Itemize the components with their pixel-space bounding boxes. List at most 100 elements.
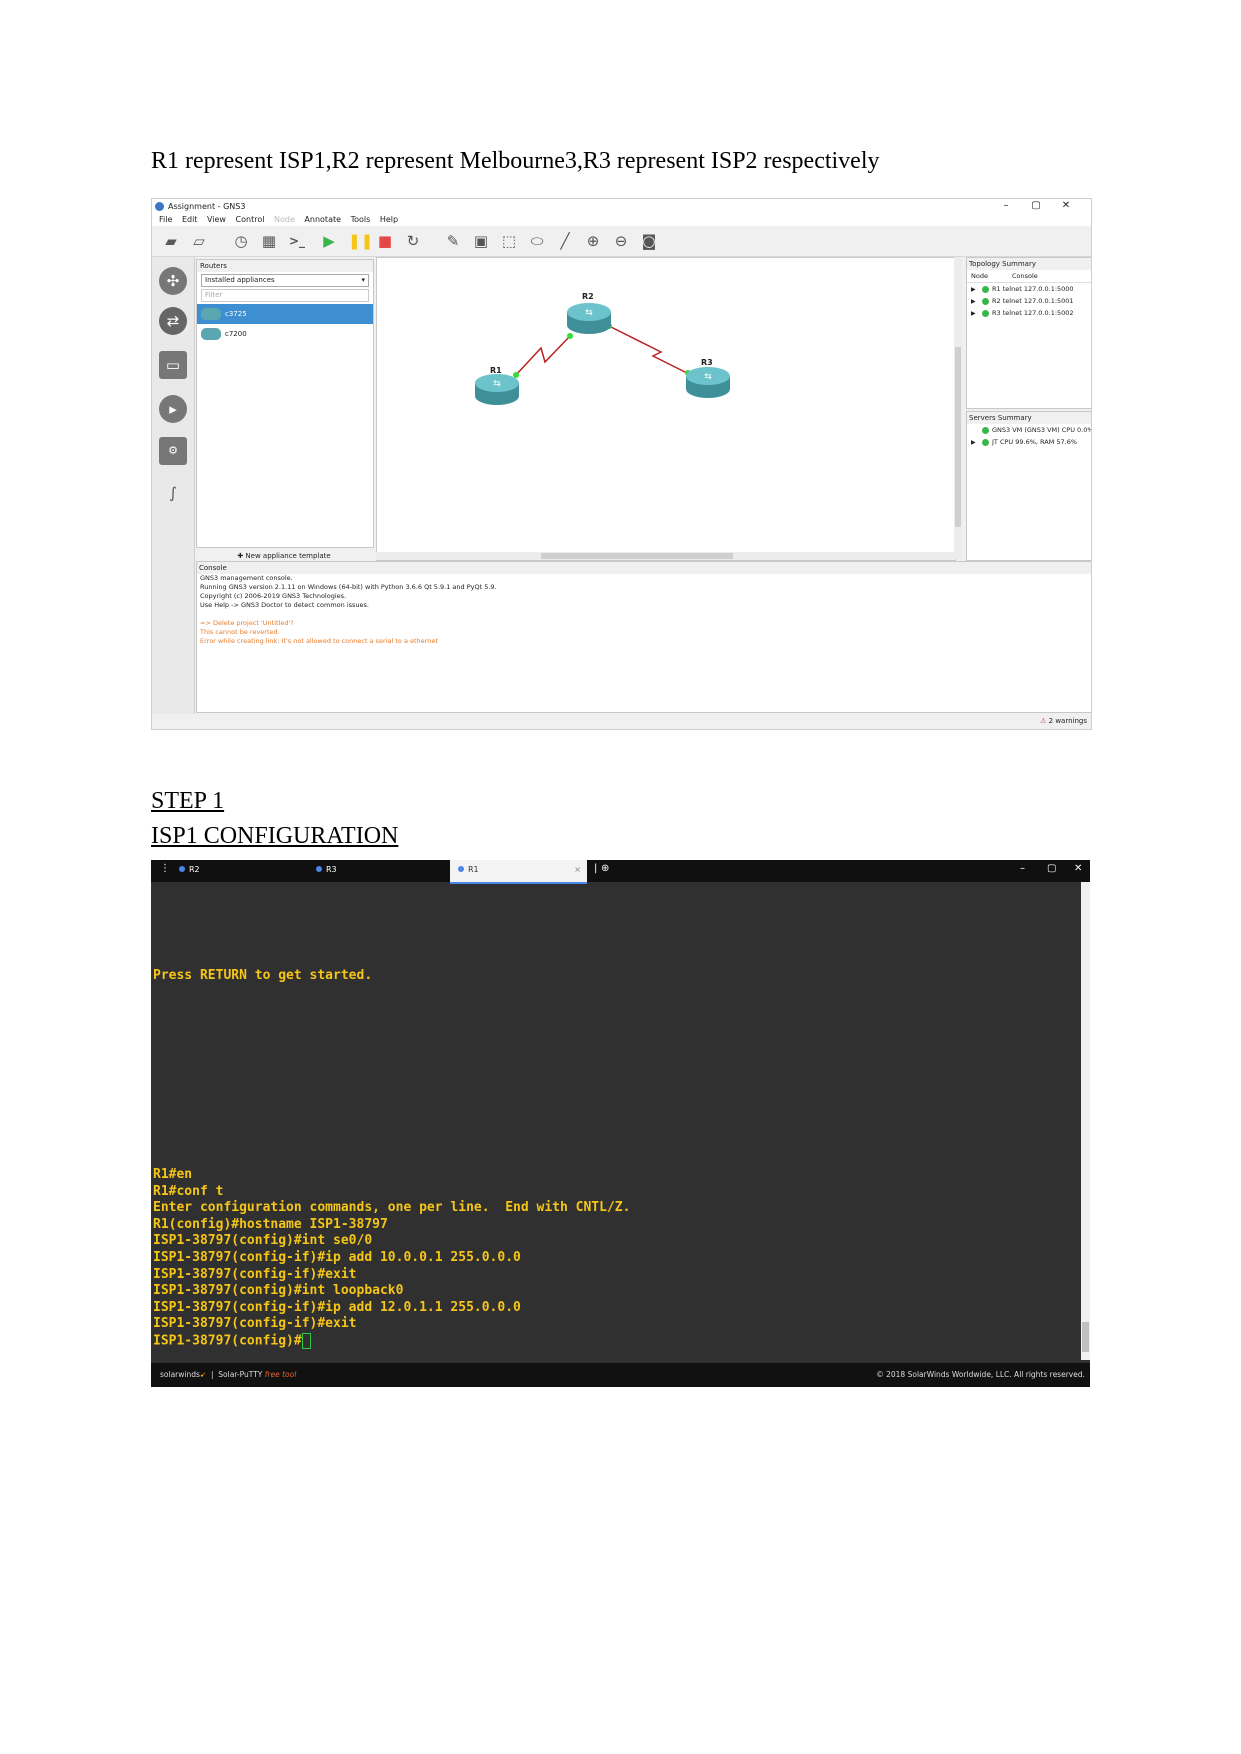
servers-summary-title: Servers Summary (967, 412, 1091, 424)
menu-kebab-icon[interactable]: ⋮ (160, 863, 170, 874)
status-green-icon (982, 438, 989, 446)
router-item-c7200[interactable]: c7200 (197, 324, 373, 344)
gns3-menubar: File Edit View Control Node Annotate Too… (152, 213, 1091, 226)
router-icon (201, 308, 221, 320)
column-node: Node (971, 272, 988, 280)
port-dot (567, 333, 573, 339)
router-r2-icon: ⇆ (567, 303, 611, 334)
filter-input[interactable]: Filter (201, 289, 369, 302)
terminal-line: ISP1-38797(config-if)#exit (153, 1316, 357, 1332)
menu-view[interactable]: View (207, 215, 226, 224)
servers-summary-panel: Servers Summary GNS3 VM (GNS3 VM) CPU 0.… (966, 411, 1091, 561)
terminal-press-return: Press RETURN to get started. (153, 968, 373, 983)
session-dot-icon (458, 866, 464, 872)
start-all-icon[interactable]: ▶ (320, 233, 338, 249)
browse-routers-icon[interactable]: ✣ (159, 267, 187, 295)
new-tab-icon[interactable]: ⊕ (601, 863, 609, 874)
router-icon (201, 328, 221, 340)
draw-line-icon[interactable]: ╱ (556, 233, 574, 249)
server-row[interactable]: GNS3 VM (GNS3 VM) CPU 0.0%, RA... (967, 424, 1091, 436)
console-warning: This cannot be reverted. (200, 628, 280, 636)
canvas-horizontal-scrollbar[interactable] (376, 552, 954, 560)
draw-rectangle-icon[interactable]: ⬚ (500, 233, 518, 249)
menu-control[interactable]: Control (236, 215, 265, 224)
terminal-line: ISP1-38797(config-if)#ip add 12.0.1.1 25… (153, 1299, 521, 1315)
topology-links: ⇆ ⇆ ⇆ (475, 303, 730, 405)
insert-picture-icon[interactable]: ▣ (472, 233, 490, 249)
topology-canvas[interactable]: ⇆ ⇆ ⇆ R2 R1 R3 (376, 257, 956, 561)
port-dot (513, 372, 519, 378)
terminal-output[interactable]: R1#en R1#conf t Enter configuration comman… (153, 1167, 630, 1350)
node-label-r2[interactable]: R2 (582, 292, 594, 301)
router-item-c3725[interactable]: c3725 (197, 304, 373, 324)
terminal-line: ISP1-38797(config-if)#exit (153, 1266, 357, 1282)
flame-icon: ➹ (199, 1370, 207, 1379)
terminal-line: ISP1-38797(config)#int se0/0 (153, 1233, 373, 1249)
console-panel: Console GNS3 management console. Running… (196, 561, 1091, 713)
menu-help[interactable]: Help (380, 215, 398, 224)
topology-row[interactable]: ▶ R2 telnet 127.0.0.1:5001 (967, 295, 1091, 307)
gns3-window: Assignment - GNS3 – ▢ ✕ File Edit View Con… (151, 198, 1092, 730)
session-dot-icon (316, 866, 322, 872)
console-line: Use Help -> GNS3 Doctor to detect common… (200, 601, 369, 609)
menu-node[interactable]: Node (274, 215, 295, 224)
menu-tools[interactable]: Tools (351, 215, 371, 224)
status-bar: ⚠ 2 warnings (152, 714, 1091, 729)
topology-row[interactable]: ▶ R1 telnet 127.0.0.1:5000 (967, 283, 1091, 295)
console-all-icon[interactable]: >_ (288, 233, 306, 249)
screenshot-icon[interactable]: ◙ (640, 233, 658, 249)
browse-all-devices-icon[interactable]: ⚙ (159, 437, 187, 465)
canvas-vertical-scrollbar[interactable] (954, 257, 962, 559)
close-button[interactable]: ✕ (1074, 863, 1082, 874)
console-line: GNS3 management console. (200, 574, 293, 582)
status-green-icon (982, 426, 989, 434)
svg-text:⇆: ⇆ (585, 308, 593, 318)
add-link-icon[interactable]: ∫ (159, 479, 187, 507)
close-button[interactable]: ✕ (1051, 200, 1081, 211)
snapshot-icon[interactable]: ◷ (232, 233, 250, 249)
open-project-icon[interactable]: ▱ (190, 233, 208, 249)
show-interfaces-icon[interactable]: ▦ (260, 233, 278, 249)
tab-r3[interactable]: R3 (308, 860, 448, 882)
link-r1-r2 (514, 333, 573, 377)
reload-all-icon[interactable]: ↻ (404, 233, 422, 249)
draw-ellipse-icon[interactable]: ⬭ (528, 233, 546, 249)
warnings-indicator[interactable]: ⚠ 2 warnings (1040, 717, 1087, 725)
terminal-line: Enter configuration commands, one per li… (153, 1200, 631, 1216)
zoom-out-icon[interactable]: ⊖ (612, 233, 630, 249)
tab-r2[interactable]: R2 (171, 860, 291, 882)
add-note-icon[interactable]: ✎ (444, 233, 462, 249)
suspend-all-icon[interactable]: ❚❚ (348, 233, 373, 249)
menu-file[interactable]: File (159, 215, 172, 224)
node-label-r3[interactable]: R3 (701, 358, 713, 367)
terminal-line: R1(config)#hostname ISP1-38797 (153, 1216, 388, 1232)
minimize-button[interactable]: – (1020, 863, 1025, 874)
stop-all-icon[interactable]: ■ (376, 233, 394, 249)
console-title: Console (197, 562, 1091, 574)
section-heading: ISP1 CONFIGURATION (151, 823, 399, 849)
minimize-button[interactable]: – (991, 200, 1021, 211)
status-green-icon (982, 285, 989, 293)
menu-edit[interactable]: Edit (182, 215, 198, 224)
maximize-button[interactable]: ▢ (1021, 200, 1051, 211)
appliance-dropdown[interactable]: Installed appliances ▾ (201, 274, 369, 287)
server-row[interactable]: ▶ JT CPU 99.6%, RAM 57.6% (967, 436, 1091, 448)
console-warning: Error while creating link: It's not allo… (200, 637, 438, 645)
gns3-window-title: Assignment - GNS3 (168, 202, 246, 211)
browse-switches-icon[interactable]: ⇄ (159, 307, 187, 335)
new-project-icon[interactable]: ▰ (162, 233, 180, 249)
topology-row[interactable]: ▶ R3 telnet 127.0.0.1:5002 (967, 307, 1091, 319)
zoom-in-icon[interactable]: ⊕ (584, 233, 602, 249)
browse-end-devices-icon[interactable]: ▭ (159, 351, 187, 379)
terminal-scrollbar[interactable] (1081, 882, 1090, 1360)
link-r2-r3 (608, 325, 690, 375)
menu-annotate[interactable]: Annotate (304, 215, 341, 224)
terminal-cursor (301, 1332, 311, 1349)
node-label-r1[interactable]: R1 (490, 366, 502, 375)
tab-r1[interactable]: R1 × (450, 860, 587, 884)
tab-close-icon[interactable]: × (574, 860, 581, 880)
routers-panel-title: Routers (197, 260, 373, 272)
maximize-button[interactable]: ▢ (1047, 863, 1056, 874)
browse-security-devices-icon[interactable]: ▸ (159, 395, 187, 423)
status-green-icon (982, 297, 989, 305)
